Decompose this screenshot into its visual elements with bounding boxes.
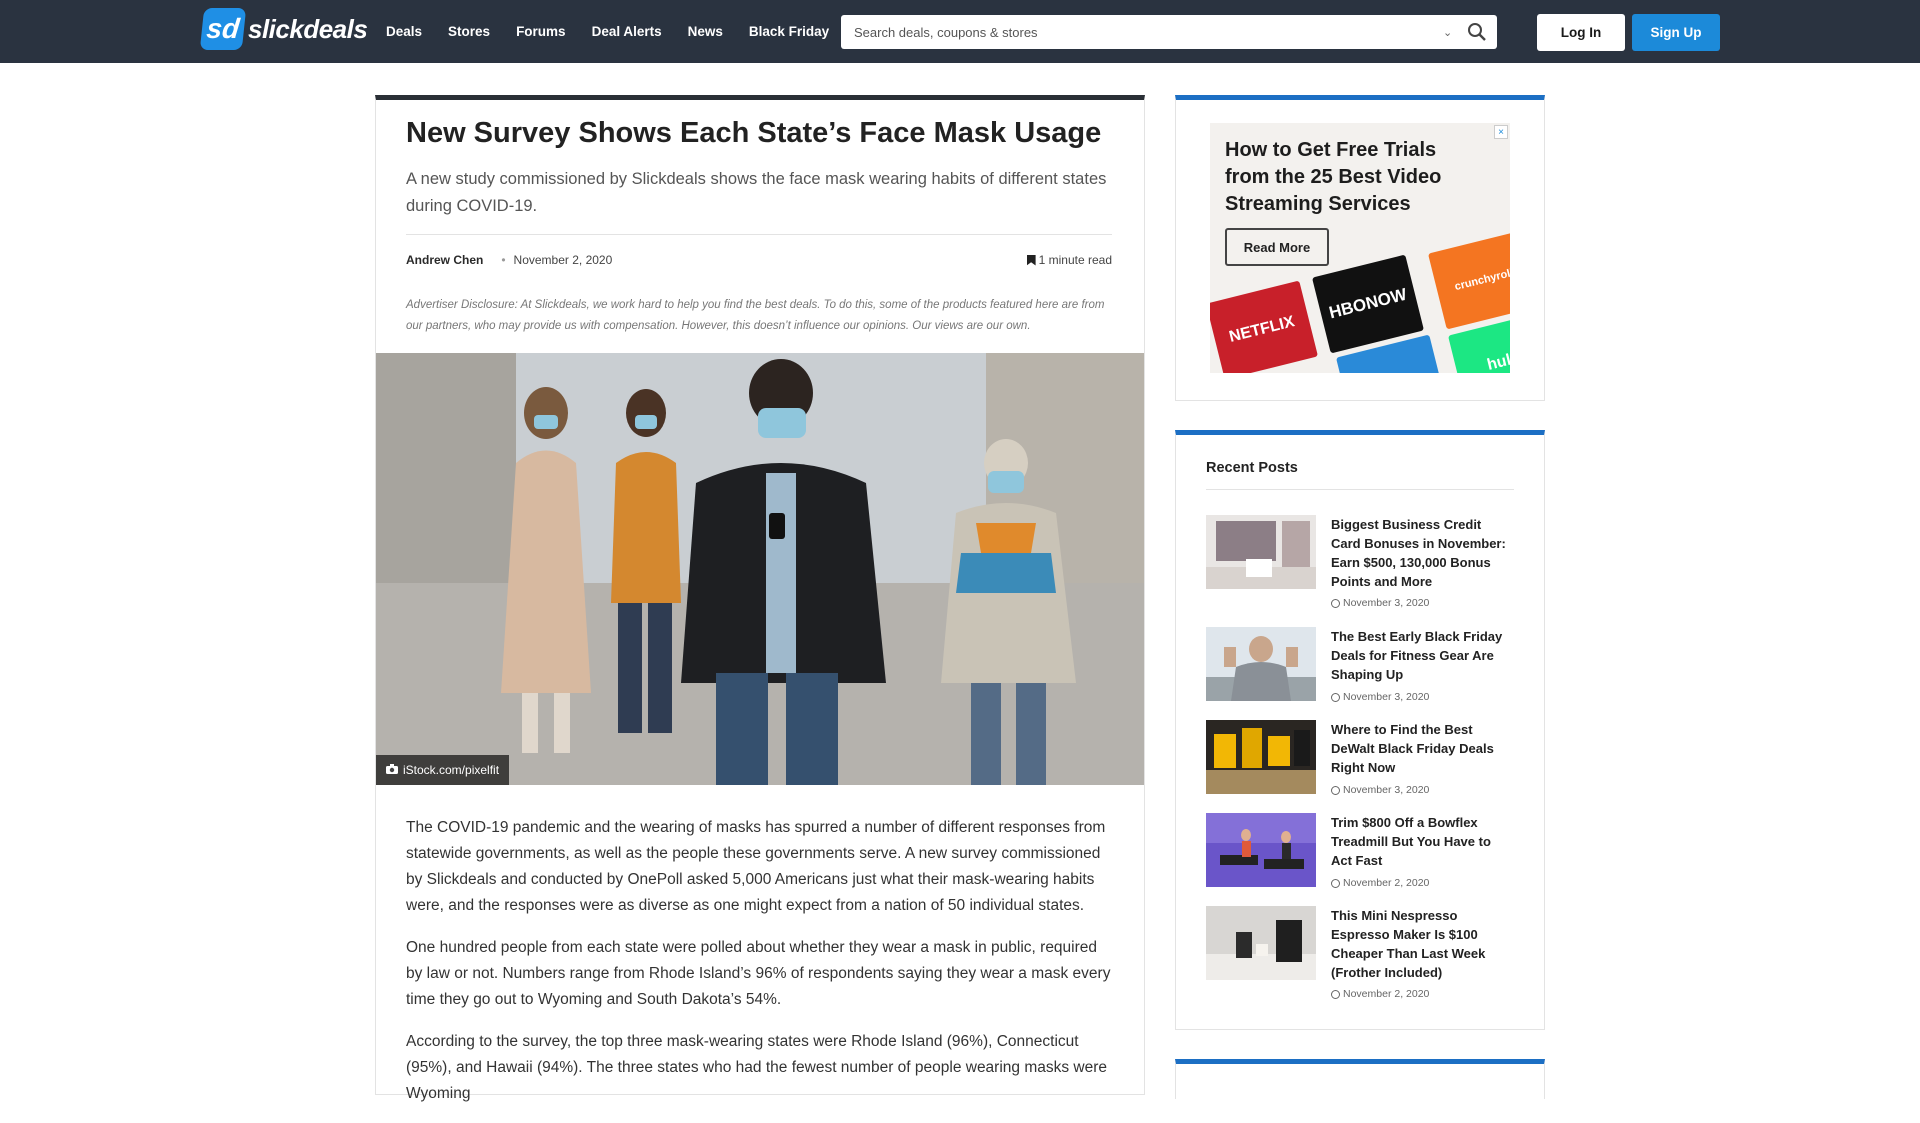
divider [1206, 489, 1514, 490]
sidebar-ad-widget: × How to Get Free Trials from the 25 Bes… [1175, 95, 1545, 401]
recent-posts-heading: Recent Posts [1206, 460, 1298, 476]
slickdeals-logo[interactable]: sd slickdeals [199, 8, 368, 50]
nav-deals[interactable]: Deals [386, 24, 422, 39]
main-nav: Deals Stores Forums Deal Alerts News Bla… [386, 0, 855, 63]
clock-icon [1331, 692, 1340, 702]
post-thumbnail[interactable] [1206, 906, 1316, 980]
bookmark-icon [1026, 254, 1036, 266]
separator-dot: • [501, 253, 506, 267]
chevron-down-icon[interactable]: ⌄ [1443, 26, 1457, 39]
read-time: 1 minute read [1026, 253, 1112, 267]
read-time-label: 1 minute read [1038, 253, 1112, 267]
recent-post[interactable]: The Best Early Black Friday Deals for Fi… [1206, 627, 1516, 719]
post-date-text: November 3, 2020 [1343, 784, 1430, 796]
article-title: New Survey Shows Each State’s Face Mask … [406, 117, 1102, 149]
sidebar-widget [1175, 1059, 1545, 1099]
clock-icon [1331, 598, 1340, 608]
post-thumbnail[interactable] [1206, 515, 1316, 589]
search-bar: ⌄ [841, 15, 1497, 49]
advertiser-disclosure: Advertiser Disclosure: At Slickdeals, we… [406, 299, 1105, 332]
ad-headline: How to Get Free Trials from the 25 Best … [1225, 139, 1442, 215]
nav-black-friday[interactable]: Black Friday [749, 24, 829, 39]
post-date: November 3, 2020 [1331, 691, 1429, 703]
post-title[interactable]: This Mini Nespresso Espresso Maker Is $1… [1331, 906, 1513, 982]
author-link[interactable]: Andrew Chen [406, 253, 483, 267]
post-date-text: November 3, 2020 [1343, 691, 1430, 703]
ad-read-more-button[interactable]: Read More [1225, 228, 1329, 266]
crunchyroll-logo: crunchyroll [1427, 230, 1510, 330]
recent-post[interactable]: Where to Find the Best DeWalt Black Frid… [1206, 720, 1516, 812]
recent-post[interactable]: Biggest Business Credit Card Bonuses in … [1206, 515, 1516, 609]
logo-mark: sd [199, 8, 247, 50]
post-title[interactable]: Trim $800 Off a Bowflex Treadmill But Yo… [1331, 813, 1513, 870]
article-body: The COVID-19 pandemic and the wearing of… [406, 815, 1116, 1123]
ad-banner[interactable]: × How to Get Free Trials from the 25 Bes… [1210, 123, 1510, 373]
logo-text: slickdeals [248, 13, 368, 44]
article-subtitle: A new study commissioned by Slickdeals s… [406, 170, 1107, 215]
post-date: November 3, 2020 [1331, 597, 1429, 609]
article-card: New Survey Shows Each State’s Face Mask … [375, 95, 1145, 1102]
article-paragraph: One hundred people from each state were … [406, 939, 1111, 1008]
article-paragraph: According to the survey, the top three m… [406, 1033, 1108, 1102]
post-title[interactable]: Biggest Business Credit Card Bonuses in … [1331, 515, 1513, 591]
top-navbar: sd slickdeals Deals Stores Forums Deal A… [0, 0, 1920, 63]
hero-illustration [376, 353, 1144, 785]
post-title[interactable]: Where to Find the Best DeWalt Black Frid… [1331, 720, 1513, 777]
image-credit: iStock.com/pixelfit [376, 755, 510, 785]
post-thumbnail[interactable] [1206, 813, 1316, 887]
article-paragraph: The COVID-19 pandemic and the wearing of… [406, 819, 1106, 914]
article-meta: Andrew Chen • November 2, 2020 1 minute … [406, 253, 1112, 267]
recent-post[interactable]: Trim $800 Off a Bowflex Treadmill But Yo… [1206, 813, 1516, 905]
search-icon[interactable] [1463, 18, 1491, 46]
post-date-text: November 3, 2020 [1343, 597, 1430, 609]
camera-icon [386, 763, 398, 777]
ad-close-icon[interactable]: × [1494, 125, 1508, 139]
post-date-text: November 2, 2020 [1343, 988, 1430, 1000]
clock-icon [1331, 878, 1340, 888]
login-button[interactable]: Log In [1537, 14, 1625, 51]
recent-posts-widget: Recent Posts Biggest Business Credit Car… [1175, 430, 1545, 1030]
post-date: November 2, 2020 [1331, 988, 1429, 1000]
hbonow-logo: HBONOW [1311, 254, 1425, 354]
clock-icon [1331, 989, 1340, 999]
netflix-logo: NETFLIX [1210, 280, 1319, 373]
image-credit-text: iStock.com/pixelfit [403, 763, 500, 777]
post-date: November 3, 2020 [1331, 784, 1429, 796]
nav-news[interactable]: News [688, 24, 723, 39]
hero-image: iStock.com/pixelfit [376, 353, 1144, 785]
post-date: November 2, 2020 [1331, 877, 1429, 889]
search-input[interactable] [841, 15, 1443, 49]
post-thumbnail[interactable] [1206, 627, 1316, 701]
nav-deal-alerts[interactable]: Deal Alerts [592, 24, 662, 39]
signup-button[interactable]: Sign Up [1632, 14, 1720, 51]
post-thumbnail[interactable] [1206, 720, 1316, 794]
publish-date: November 2, 2020 [513, 253, 613, 267]
clock-icon [1331, 785, 1340, 795]
post-date-text: November 2, 2020 [1343, 877, 1430, 889]
nav-stores[interactable]: Stores [448, 24, 490, 39]
recent-post[interactable]: This Mini Nespresso Espresso Maker Is $1… [1206, 906, 1516, 1000]
nav-forums[interactable]: Forums [516, 24, 566, 39]
post-title[interactable]: The Best Early Black Friday Deals for Fi… [1331, 627, 1513, 684]
divider [406, 234, 1112, 235]
